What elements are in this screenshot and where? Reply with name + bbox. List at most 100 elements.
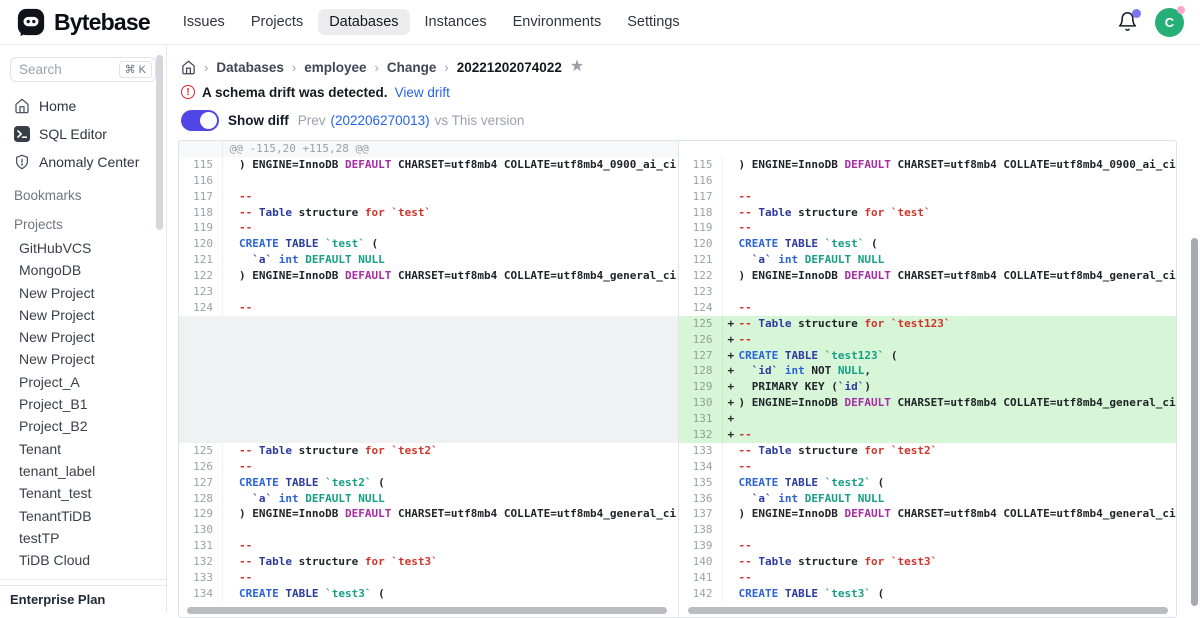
sidebar-project-item[interactable]: New Project	[0, 304, 166, 326]
sidebar-project-item[interactable]: TiDB Cloud	[0, 549, 166, 571]
code-line: --	[739, 332, 1177, 348]
show-diff-label: Show diff	[228, 113, 289, 128]
diff-sign	[723, 220, 739, 236]
search-placeholder: Search	[19, 62, 119, 77]
line-number: 127	[179, 475, 223, 491]
nav-environments[interactable]: Environments	[502, 9, 613, 35]
line-number: 116	[679, 173, 723, 189]
line-number: 124	[179, 300, 223, 316]
show-diff-toggle[interactable]	[181, 110, 219, 131]
breadcrumb-change[interactable]: Change	[387, 60, 437, 75]
diff-row: 119--	[179, 220, 678, 236]
line-number: 140	[679, 554, 723, 570]
diff-row	[179, 379, 678, 395]
bookmark-star-icon[interactable]: ★	[570, 59, 584, 75]
diff-row: 128+ `id` int NOT NULL,	[679, 363, 1177, 379]
diff-row: 132-- Table structure for `test3`	[179, 554, 678, 570]
diff-sign	[223, 554, 239, 570]
diff-row	[179, 395, 678, 411]
code-line: ) ENGINE=InnoDB DEFAULT CHARSET=utf8mb4 …	[739, 506, 1177, 522]
line-number: 141	[679, 570, 723, 586]
diff-sign	[223, 220, 239, 236]
code-line: --	[739, 538, 1177, 554]
prev-version-link[interactable]: (202206270013)	[331, 113, 430, 128]
sidebar-project-item[interactable]: New Project	[0, 326, 166, 348]
diff-sign	[723, 300, 739, 316]
diff-sign	[223, 522, 239, 538]
nav-projects[interactable]: Projects	[240, 9, 314, 35]
diff-row: 129+ PRIMARY KEY (`id`)	[679, 379, 1177, 395]
code-line: --	[239, 538, 678, 554]
diff-row: 130	[179, 522, 678, 538]
diff-row: 117--	[179, 189, 678, 205]
code-line: `a` int DEFAULT NULL	[239, 491, 678, 507]
sidebar-item-anomaly-center[interactable]: Anomaly Center	[0, 148, 166, 176]
diff-row: 134 CREATE TABLE `test3` (	[179, 586, 678, 602]
sidebar-project-item[interactable]: Project_A	[0, 371, 166, 393]
diff-sign: +	[723, 348, 739, 364]
breadcrumb-home-icon[interactable]	[181, 60, 196, 75]
line-number: 117	[679, 189, 723, 205]
diff-row: 131--	[179, 538, 678, 554]
sidebar-project-item[interactable]: tenant_label	[0, 460, 166, 482]
nav-instances[interactable]: Instances	[414, 9, 498, 35]
search-input[interactable]: Search ⌘ K	[10, 57, 156, 82]
sidebar-scrollbar[interactable]	[156, 55, 163, 230]
notifications-bell-icon[interactable]	[1117, 11, 1139, 33]
search-shortcut-badge: ⌘ K	[119, 61, 152, 78]
code-line: `a` int DEFAULT NULL	[239, 252, 678, 268]
diff-row	[679, 141, 1177, 157]
nav-issues[interactable]: Issues	[172, 9, 236, 35]
code-line	[739, 411, 1177, 427]
sidebar-project-item[interactable]: TenantTiDB	[0, 505, 166, 527]
diff-sign	[723, 443, 739, 459]
nav-databases[interactable]: Databases	[318, 9, 409, 35]
line-number: 118	[179, 205, 223, 221]
sidebar-item-sql-editor[interactable]: SQL Editor	[0, 120, 166, 148]
sidebar-project-item[interactable]: Project_B2	[0, 415, 166, 437]
chevron-right-icon: ›	[375, 60, 379, 75]
line-number: 136	[679, 491, 723, 507]
chevron-right-icon: ›	[444, 60, 448, 75]
sidebar-project-item[interactable]: Project_B1	[0, 393, 166, 415]
diff-sign	[223, 459, 239, 475]
diff-sign	[723, 570, 739, 586]
nav-settings[interactable]: Settings	[616, 9, 690, 35]
code-line: --	[239, 300, 678, 316]
diff-row: 125-- Table structure for `test2`	[179, 443, 678, 459]
sidebar-project-item[interactable]: testTP	[0, 527, 166, 549]
sidebar-project-item[interactable]: MongoDB	[0, 259, 166, 281]
sidebar-project-item[interactable]: New Project	[0, 348, 166, 370]
code-line: CREATE TABLE `test3` (	[239, 586, 678, 602]
diff-row: 133--	[179, 570, 678, 586]
bytebase-logo[interactable]: Bytebase	[16, 7, 150, 37]
code-line: --	[739, 427, 1177, 443]
diff-sign: +	[723, 363, 739, 379]
user-avatar[interactable]: C	[1155, 8, 1184, 37]
line-number: 142	[679, 586, 723, 602]
code-line: -- Table structure for `test`	[739, 205, 1177, 221]
breadcrumb-databases[interactable]: Databases	[216, 60, 284, 75]
page-vertical-scrollbar[interactable]	[1191, 238, 1198, 606]
sidebar-project-item[interactable]: Tenant	[0, 438, 166, 460]
diff-row: 128 `a` int DEFAULT NULL	[179, 491, 678, 507]
diff-row: 125+-- Table structure for `test123`	[679, 316, 1177, 332]
sidebar-project-item[interactable]: New Project	[0, 282, 166, 304]
line-number: 115	[679, 157, 723, 173]
sidebar-project-item[interactable]: Tenant_test	[0, 482, 166, 504]
diff-row: 115) ENGINE=InnoDB DEFAULT CHARSET=utf8m…	[179, 157, 678, 173]
code-line: CREATE TABLE `test3` (	[739, 586, 1177, 602]
breadcrumb-employee[interactable]: employee	[304, 60, 366, 75]
sidebar-project-item[interactable]: GitHubVCS	[0, 237, 166, 259]
view-drift-link[interactable]: View drift	[395, 85, 450, 100]
diff-row: 127+CREATE TABLE `test123` (	[679, 348, 1177, 364]
code-line	[739, 284, 1177, 300]
code-line: ) ENGINE=InnoDB DEFAULT CHARSET=utf8mb4 …	[739, 395, 1177, 411]
code-line: -- Table structure for `test3`	[739, 554, 1177, 570]
code-line: `a` int DEFAULT NULL	[739, 491, 1177, 507]
diff-row: 131+	[679, 411, 1177, 427]
main-content: › Databases › employee › Change › 202212…	[167, 45, 1200, 613]
line-number: 134	[179, 586, 223, 602]
chevron-right-icon: ›	[292, 60, 296, 75]
sidebar-item-home[interactable]: Home	[0, 92, 166, 120]
